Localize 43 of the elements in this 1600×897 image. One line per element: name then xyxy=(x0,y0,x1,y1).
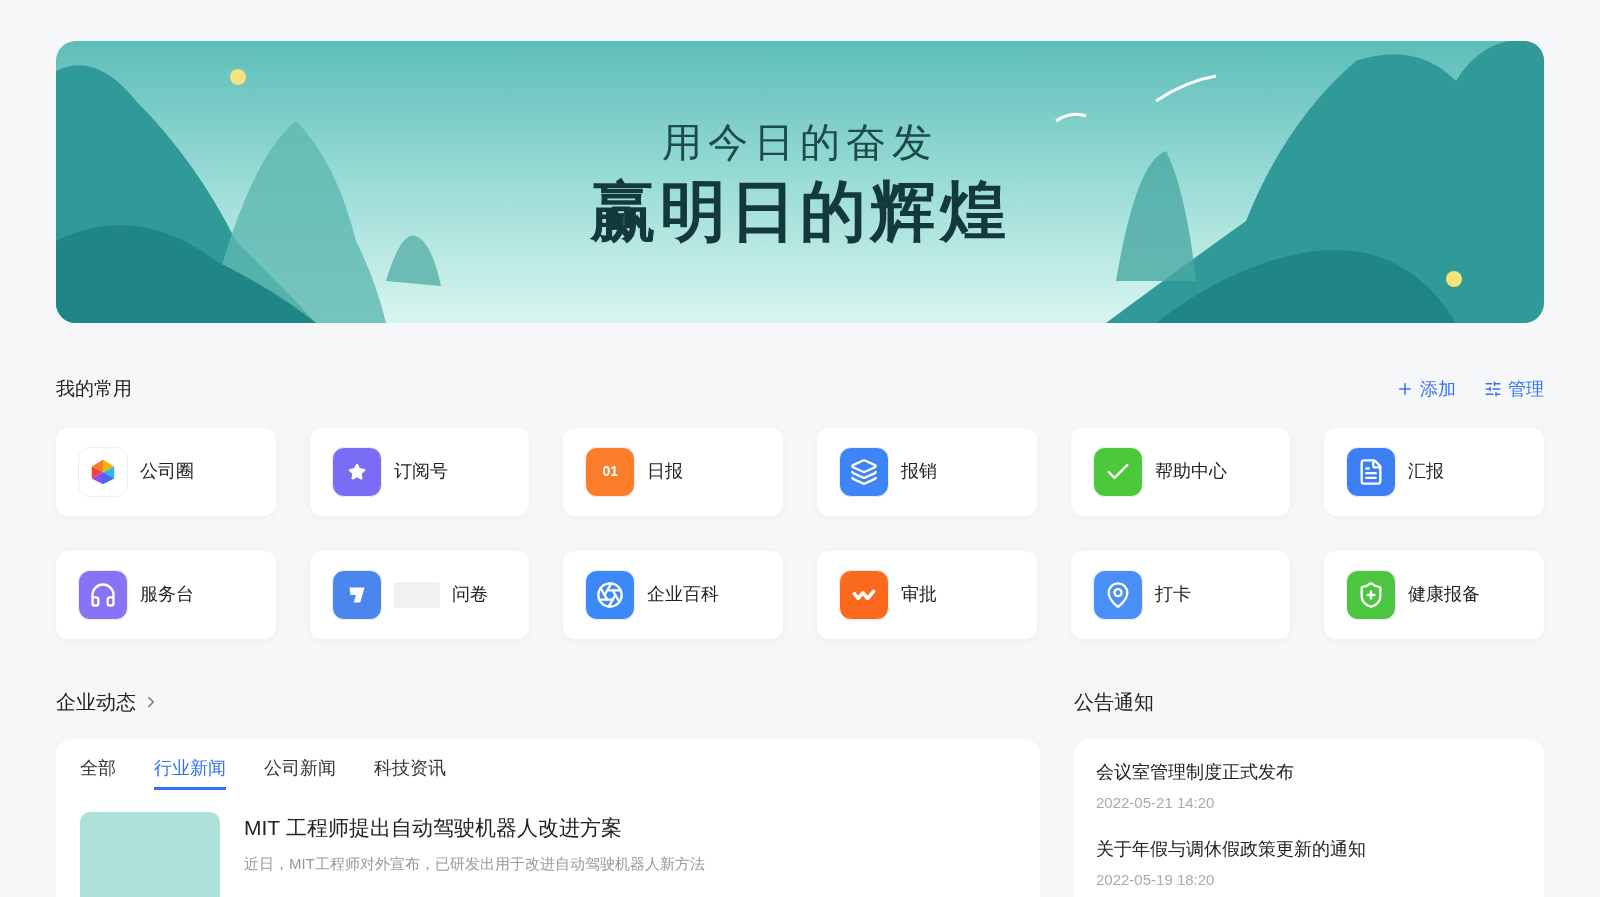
section-title: 企业动态 xyxy=(56,689,136,715)
section-title: 我的常用 xyxy=(56,377,132,401)
app-label: 公司圈 xyxy=(140,460,194,483)
banner-title: 赢明日的辉煌 xyxy=(590,172,1010,252)
app-label: 健康报备 xyxy=(1408,583,1481,606)
app-shortcut-card[interactable]: 问卷 xyxy=(309,550,530,639)
banner-subtitle: 用今日的奋发 xyxy=(662,118,938,168)
app-label: 审批 xyxy=(901,583,937,606)
app-label: 订阅号 xyxy=(393,460,448,483)
app-label: 报销 xyxy=(901,460,937,483)
notice-title[interactable]: 关于年假与调休假政策更新的通知 xyxy=(1096,836,1522,863)
app-shortcut-card[interactable]: 企业百科 xyxy=(563,550,783,639)
header-action-link[interactable]: 添加 xyxy=(1396,375,1456,403)
app-shortcut-card[interactable]: 01 日报 xyxy=(563,427,783,516)
app-label: 打卡 xyxy=(1154,583,1191,606)
action-icon xyxy=(1484,380,1502,399)
app-shortcut-card[interactable]: 公司圈 xyxy=(56,427,276,516)
notice-time: 2022-05-19 18:20 xyxy=(1096,870,1216,890)
news-tab[interactable]: 科技资讯 xyxy=(374,754,446,790)
app-shortcut-card[interactable]: 审批 xyxy=(817,550,1037,639)
app-shortcut-card[interactable]: 健康报备 xyxy=(1324,550,1544,639)
app-shortcut-card[interactable]: 帮助中心 xyxy=(1070,427,1291,516)
news-tab[interactable]: 行业新闻 xyxy=(154,754,226,790)
section-title: 公告通知 xyxy=(1074,689,1155,715)
notice-title[interactable]: 会议室管理制度正式发布 xyxy=(1096,758,1522,786)
app-label: 问卷 xyxy=(451,583,488,606)
app-shortcut-card[interactable]: 订阅号 xyxy=(309,427,530,516)
app-shortcut-card[interactable]: 服务台 xyxy=(56,550,276,639)
news-title[interactable]: MIT 工程师提出自动驾驶机器人改进方案 xyxy=(244,811,705,843)
news-summary: 近日，MIT工程师对外宣布，已研发出用于改进自动驾驶机器人新方法 xyxy=(244,854,705,874)
app-label: 汇报 xyxy=(1408,460,1445,483)
header-action-link[interactable]: 管理 xyxy=(1484,375,1544,403)
notice-time: 2022-05-21 14:20 xyxy=(1096,792,1216,813)
news-tab[interactable]: 公司新闻 xyxy=(264,754,336,790)
app-shortcut-card[interactable]: 汇报 xyxy=(1324,427,1544,516)
app-tile-icon: 01 xyxy=(585,446,636,497)
app-label: 日报 xyxy=(647,460,684,483)
app-shortcut-card[interactable]: 打卡 xyxy=(1070,550,1291,639)
app-label: 帮助中心 xyxy=(1154,460,1227,483)
news-tab[interactable]: 全部 xyxy=(80,754,116,790)
app-shortcut-card[interactable]: 报销 xyxy=(817,427,1037,516)
app-label: 企业百科 xyxy=(647,583,720,606)
app-label: 服务台 xyxy=(140,583,194,606)
